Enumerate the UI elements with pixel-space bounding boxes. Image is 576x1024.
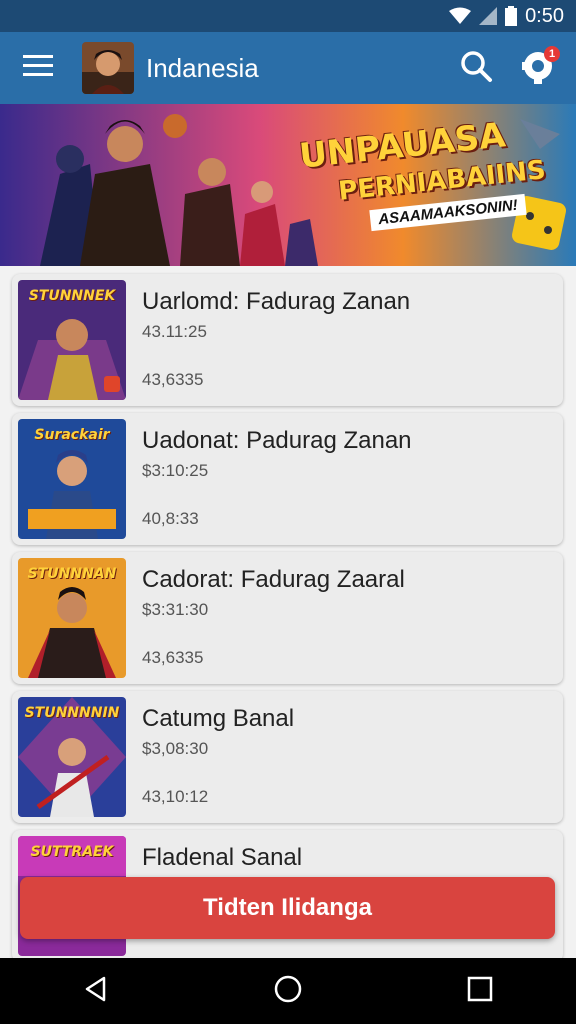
game-thumbnail: STUNNNNIN: [18, 697, 126, 817]
item-count: 43,6335: [142, 648, 204, 667]
game-thumbnail: STUNNNAN: [18, 558, 126, 678]
item-time: 43.11:25: [142, 322, 207, 341]
primary-action-button[interactable]: Tidten Ilidanga: [20, 877, 555, 939]
item-title: Cadorat: Fadurag Zaaral: [142, 566, 405, 593]
battery-icon: [505, 6, 518, 26]
home-button[interactable]: [248, 958, 328, 1024]
item-count: 40,8:33: [142, 509, 199, 528]
search-icon: [459, 49, 493, 88]
search-button[interactable]: [448, 40, 504, 96]
back-icon: [82, 975, 110, 1008]
app-bar: Indanesia 1: [0, 32, 576, 104]
item-time: $3:10:25: [142, 461, 209, 480]
thumbnail-title: STUNNNAN: [27, 566, 117, 582]
notification-badge: 1: [544, 46, 560, 62]
status-time: 0:50: [525, 4, 564, 27]
status-bar: 0:50: [0, 0, 576, 32]
item-title: Catumg Banal: [142, 705, 295, 732]
game-thumbnail: Surackair: [18, 419, 126, 539]
list-item[interactable]: Surackair Uadonat: Padurag Zanan $3:10:2…: [12, 413, 563, 545]
item-time: $3,08:30: [142, 739, 209, 758]
item-count: 43,10:12: [142, 787, 209, 806]
thumbnail-title: SUTTRAEK: [30, 844, 114, 860]
wifi-icon: [449, 7, 472, 25]
system-nav-bar: [0, 958, 576, 1024]
promo-banner[interactable]: UNPAUASA PERNIABAIINS ASAAMAAKSONIN!: [0, 104, 576, 266]
app-title: Indanesia: [146, 52, 259, 83]
item-title: Uarlomd: Fadurag Zanan: [142, 288, 411, 315]
list-item[interactable]: STUNNNNIN Catumg Banal $3,08:30 43,10:12: [12, 691, 563, 823]
game-list[interactable]: STUNNNEK Uarlomd: Fadurag Zanan 43.11:25…: [0, 266, 576, 958]
list-item[interactable]: STUNNNAN Cadorat: Fadurag Zaaral $3:31:3…: [12, 552, 563, 684]
item-title: Fladenal Sanal: [142, 844, 303, 871]
signal-icon: [479, 7, 498, 25]
game-thumbnail: STUNNNEK: [18, 280, 126, 400]
menu-button[interactable]: [0, 32, 76, 104]
recents-icon: [467, 976, 493, 1007]
recents-button[interactable]: [440, 958, 520, 1024]
item-count: 43,6335: [142, 370, 204, 389]
menu-icon: [23, 54, 53, 83]
item-title: Uadonat: Padurag Zanan: [142, 427, 412, 454]
game-center-button[interactable]: 1: [510, 40, 566, 96]
thumbnail-title: Surackair: [34, 427, 110, 443]
back-button[interactable]: [56, 958, 136, 1024]
list-item[interactable]: STUNNNEK Uarlomd: Fadurag Zanan 43.11:25…: [12, 274, 563, 406]
home-icon: [273, 974, 303, 1009]
thumbnail-title: STUNNNEK: [28, 288, 116, 304]
item-time: $3:31:30: [142, 600, 209, 619]
thumbnail-title: STUNNNNIN: [24, 705, 120, 721]
avatar[interactable]: [82, 42, 134, 94]
